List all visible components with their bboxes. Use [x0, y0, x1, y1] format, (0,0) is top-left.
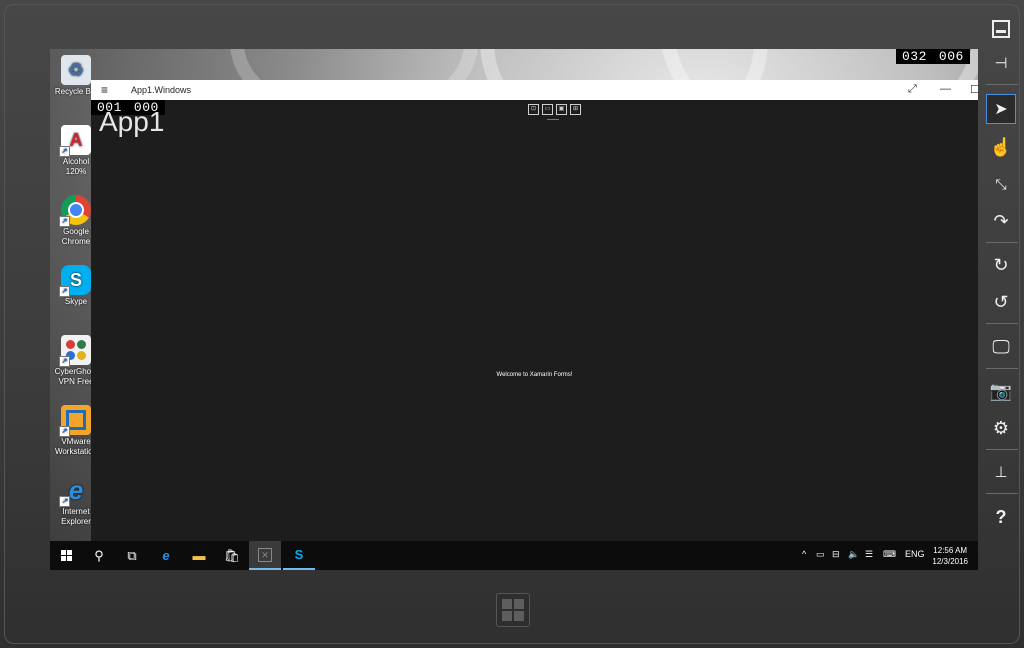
touch-keyboard-icon[interactable]: ⌨ — [883, 549, 896, 560]
rotate-gesture-icon[interactable]: ↷ — [986, 206, 1016, 236]
search-icon[interactable]: ⚲ — [83, 541, 115, 570]
track-focus-icon[interactable]: ▣ — [556, 104, 567, 115]
emulator-device-frame: ♻ Recycle Bin A ↗ Alcohol 120% ↗ Google C… — [0, 0, 1024, 648]
debug-toolbar-handle[interactable] — [547, 119, 559, 120]
start-button[interactable] — [50, 541, 82, 570]
alcohol-icon: A ↗ — [59, 125, 91, 157]
volume-icon[interactable]: 🔈 — [848, 549, 859, 560]
page-title: App1 — [99, 106, 165, 137]
running-app-icon[interactable]: ✕ — [249, 541, 281, 570]
display-layout-icon[interactable]: ▭ — [542, 104, 553, 115]
select-element-icon[interactable]: ⊡ — [528, 104, 539, 115]
show-hidden-icons-icon[interactable]: ^ — [802, 549, 806, 559]
chrome-icon: ↗ — [59, 195, 91, 227]
vmware-icon: ↗ — [59, 405, 91, 437]
task-view-icon[interactable]: ⧉ — [116, 541, 148, 570]
taskbar: ⚲ ⧉ e ▬ 🛍 ✕ S ^ ▭ ⊟ 🔈 ☰ ⌨ ENG 12:56 AM 1… — [50, 541, 978, 570]
frame-counter-value: 006 — [938, 49, 964, 64]
screenshot-icon[interactable]: 📷 — [986, 376, 1016, 406]
pinch-zoom-icon[interactable]: ⤡ — [986, 169, 1016, 199]
network-tray-icon[interactable]: ⊟ — [832, 549, 840, 560]
debug-toolbar: ⊡ ▭ ▣ ⊞ — [528, 104, 581, 115]
edge-icon[interactable]: e — [150, 541, 182, 570]
frame-counter-top-right: 032 006 — [896, 49, 970, 64]
app-window[interactable]: ≡ App1.Windows ⤢ — ☐ 001 000 App1 ⊡ ▭ ▣ ⊞… — [91, 80, 978, 542]
fullscreen-icon[interactable]: ⤢ — [908, 83, 917, 96]
app-title-bar: ≡ App1.Windows ⤢ — ☐ — [91, 80, 978, 100]
rotate-counterclockwise-icon[interactable]: ↺ — [986, 287, 1016, 317]
clock-date: 12/3/2016 — [932, 557, 968, 566]
store-icon[interactable]: 🛍 — [216, 541, 248, 570]
help-icon[interactable]: ? — [986, 502, 1016, 532]
emulator-screen[interactable]: ♻ Recycle Bin A ↗ Alcohol 120% ↗ Google C… — [50, 49, 978, 570]
touch-icon[interactable]: ☝ — [986, 132, 1016, 162]
minimize-icon[interactable] — [986, 14, 1016, 44]
rotate-clockwise-icon[interactable]: ↻ — [986, 250, 1016, 280]
battery-icon[interactable]: ▭ — [816, 549, 825, 560]
hardware-windows-button[interactable] — [496, 593, 530, 627]
screen-resolution-icon[interactable]: 🖵 — [986, 332, 1016, 362]
internet-explorer-icon: e ↗ — [59, 475, 91, 507]
pin-icon[interactable]: ⊣ — [986, 48, 1016, 78]
live-tree-icon[interactable]: ⊞ — [570, 104, 581, 115]
skype-taskbar-icon[interactable]: S — [283, 541, 315, 570]
windows-logo-icon — [60, 550, 72, 561]
language-indicator[interactable]: ENG — [905, 549, 925, 559]
app-window-title: App1.Windows — [131, 85, 192, 95]
cyberghost-icon: ↗ — [59, 335, 91, 367]
frame-counter-value: 032 — [902, 49, 927, 64]
pointer-icon[interactable]: ➤ — [986, 94, 1016, 124]
action-center-icon[interactable]: ☰ — [865, 549, 873, 560]
file-explorer-icon[interactable]: ▬ — [183, 541, 215, 570]
clock[interactable]: 12:56 AM 12/3/2016 — [932, 545, 968, 567]
network-icon[interactable]: ⊥ — [986, 457, 1016, 487]
recycle-bin-icon: ♻ — [61, 55, 91, 85]
maximize-window-button[interactable]: ☐ — [970, 83, 978, 96]
clock-time: 12:56 AM — [933, 546, 968, 555]
welcome-label: Welcome to Xamarin Forms! — [496, 372, 573, 378]
skype-icon: S ↗ — [59, 265, 91, 297]
settings-icon[interactable]: ⚙ — [986, 413, 1016, 443]
hamburger-menu-icon[interactable]: ≡ — [101, 83, 108, 97]
minimize-window-button[interactable]: — — [940, 83, 951, 95]
